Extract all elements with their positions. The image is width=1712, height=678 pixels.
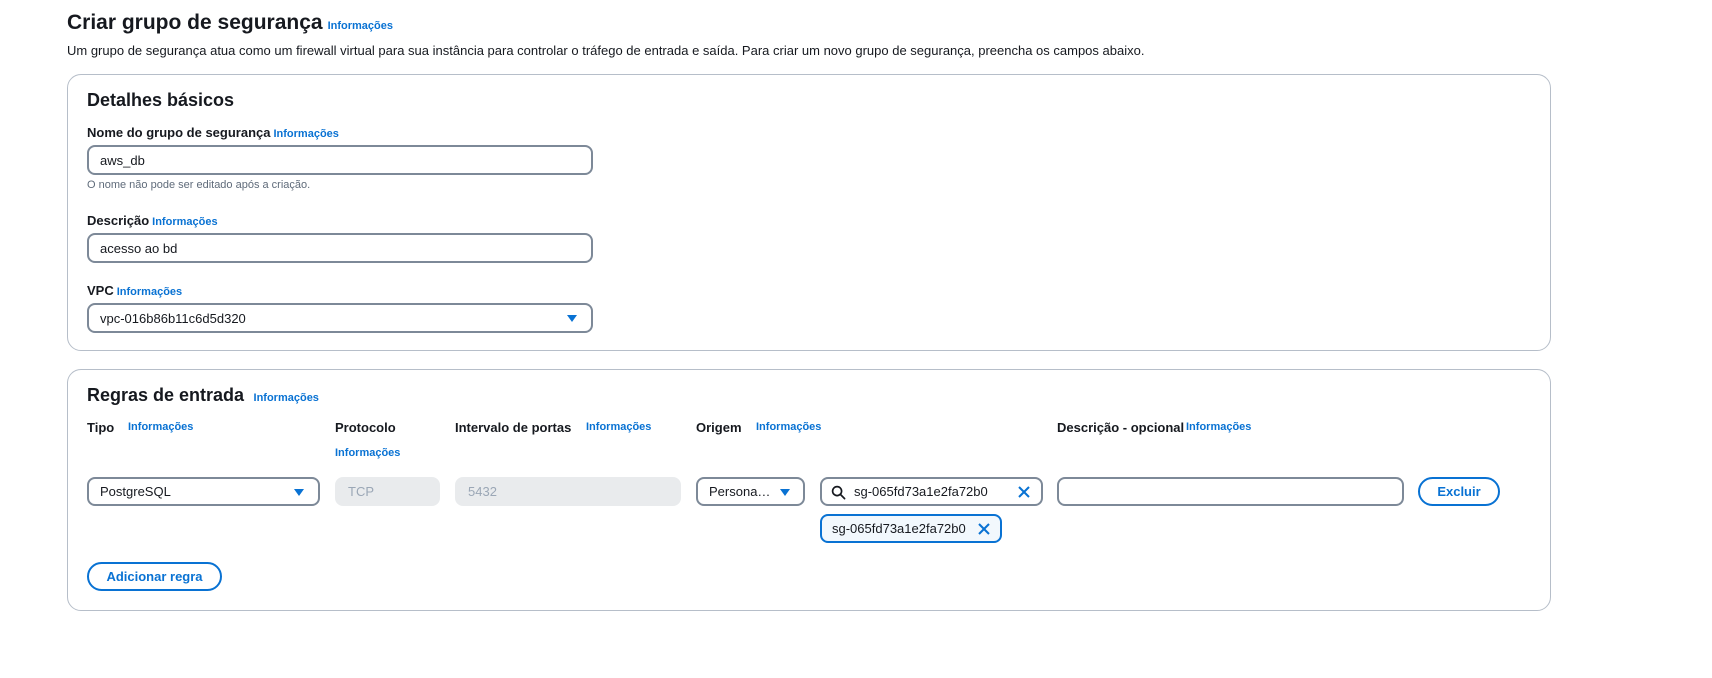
col-tipo: Tipo xyxy=(87,420,115,435)
port-range-value: 5432 xyxy=(468,484,497,499)
source-search-value: sg-065fd73a1e2fa72b0 xyxy=(854,484,988,499)
vpc-select[interactable]: vpc-016b86b11c6d5d320 xyxy=(87,303,593,333)
vpc-value: vpc-016b86b11c6d5d320 xyxy=(100,310,246,326)
page-description: Um grupo de segurança atua como um firew… xyxy=(67,43,1145,58)
search-icon xyxy=(831,485,846,503)
col-intervalo: Intervalo de portas xyxy=(455,420,572,435)
source-token-label: sg-065fd73a1e2fa72b0 xyxy=(832,521,966,536)
security-group-name-input[interactable]: aws_db xyxy=(87,145,593,175)
col-origem-info-link[interactable]: Informações xyxy=(756,421,821,433)
origem-value: Persona… xyxy=(709,484,771,499)
tipo-value: PostgreSQL xyxy=(100,484,171,499)
description-info-link[interactable]: Informações xyxy=(152,216,217,228)
col-descricao-info-link[interactable]: Informações xyxy=(1186,421,1251,433)
caret-down-icon xyxy=(567,315,577,322)
col-tipo-info-link[interactable]: Informações xyxy=(128,421,193,433)
col-protocolo-info-link[interactable]: Informações xyxy=(335,447,400,459)
inbound-rules-title: Regras de entrada xyxy=(87,385,245,405)
tipo-select[interactable]: PostgreSQL xyxy=(87,477,320,506)
page-title-text: Criar grupo de segurança xyxy=(67,11,323,34)
vpc-label-text: VPC xyxy=(87,283,114,298)
close-icon[interactable] xyxy=(977,522,991,536)
caret-down-icon xyxy=(294,489,304,496)
description-input[interactable]: acesso ao bd xyxy=(87,233,593,263)
delete-rule-button[interactable]: Excluir xyxy=(1418,477,1500,506)
name-info-link[interactable]: Informações xyxy=(273,128,338,140)
inbound-rules-info-link[interactable]: Informações xyxy=(254,392,319,404)
source-search-input[interactable]: sg-065fd73a1e2fa72b0 xyxy=(820,477,1043,506)
inbound-rules-header: Regras de entrada Informações xyxy=(87,385,319,406)
basic-details-panel: Detalhes básicos Nome do grupo de segura… xyxy=(67,74,1551,351)
name-label: Nome do grupo de segurança Informações xyxy=(87,125,339,140)
caret-down-icon xyxy=(780,489,790,496)
col-intervalo-info-link[interactable]: Informações xyxy=(586,421,651,433)
rule-description-input[interactable] xyxy=(1057,477,1404,506)
name-hint: O nome não pode ser editado após a criaç… xyxy=(87,179,311,191)
vpc-label: VPC Informações xyxy=(87,283,182,298)
source-token: sg-065fd73a1e2fa72b0 xyxy=(820,514,1002,543)
security-group-name-value: aws_db xyxy=(100,152,145,168)
description-value: acesso ao bd xyxy=(100,240,178,256)
origem-select[interactable]: Persona… xyxy=(696,477,805,506)
name-label-text: Nome do grupo de segurança xyxy=(87,125,271,140)
add-rule-button[interactable]: Adicionar regra xyxy=(87,562,222,591)
description-label-text: Descrição xyxy=(87,213,150,228)
col-origem: Origem xyxy=(696,420,742,435)
col-protocolo: Protocolo xyxy=(335,420,396,435)
col-descricao: Descrição - opcional xyxy=(1057,420,1185,435)
inbound-rules-panel: Regras de entrada Informações Tipo Infor… xyxy=(67,369,1551,611)
vpc-info-link[interactable]: Informações xyxy=(117,286,182,298)
basic-details-title: Detalhes básicos xyxy=(87,90,235,110)
close-icon[interactable] xyxy=(1017,485,1031,499)
protocolo-value: TCP xyxy=(348,484,374,499)
page-title-info-link[interactable]: Informações xyxy=(328,20,393,32)
protocolo-field: TCP xyxy=(335,477,440,506)
description-label: Descrição Informações xyxy=(87,213,218,228)
page-title: Criar grupo de segurança Informações xyxy=(67,11,393,35)
port-range-field: 5432 xyxy=(455,477,681,506)
